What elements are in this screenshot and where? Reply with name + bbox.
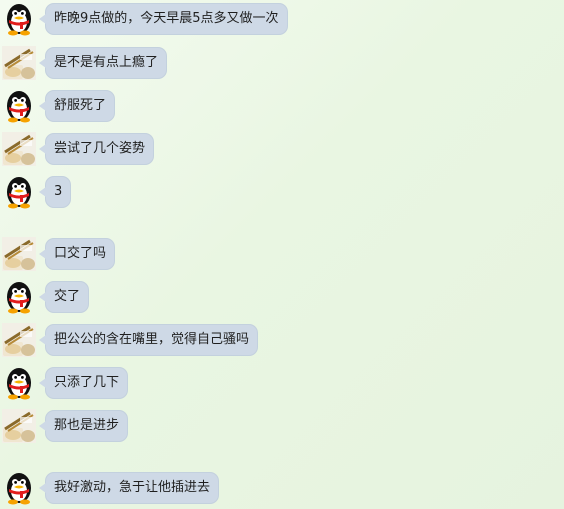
qq-penguin-avatar-icon[interactable] bbox=[2, 89, 36, 123]
message-row: 口交了吗 bbox=[2, 237, 116, 271]
food-photo-avatar-icon[interactable] bbox=[2, 132, 36, 166]
food-photo-avatar-icon[interactable] bbox=[2, 323, 36, 357]
message-row: 只添了几下 bbox=[2, 366, 129, 400]
message-bubble[interactable]: 3 bbox=[38, 176, 72, 208]
qq-penguin-avatar-icon[interactable] bbox=[2, 2, 36, 36]
food-photo-avatar-icon[interactable] bbox=[2, 46, 36, 80]
message-bubble[interactable]: 那也是进步 bbox=[38, 410, 129, 442]
food-photo-avatar-icon[interactable] bbox=[2, 237, 36, 271]
message-row: 3 bbox=[2, 175, 72, 209]
message-bubble[interactable]: 昨晚9点做的，今天早晨5点多又做一次 bbox=[39, 3, 288, 35]
message-bubble[interactable]: 尝试了几个姿势 bbox=[38, 133, 155, 165]
qq-penguin-avatar-icon[interactable] bbox=[2, 175, 36, 209]
message-row: 那也是进步 bbox=[2, 409, 129, 443]
message-row: 舒服死了 bbox=[2, 89, 116, 123]
message-row: 把公公的含在嘴里，觉得自己骚吗 bbox=[2, 323, 259, 357]
message-row: 昨晚9点做的，今天早晨5点多又做一次 bbox=[2, 2, 288, 36]
message-row: 我好激动，急于让他插进去 bbox=[2, 471, 220, 505]
qq-penguin-avatar-icon[interactable] bbox=[2, 366, 36, 400]
message-bubble[interactable]: 是不是有点上瘾了 bbox=[38, 47, 168, 79]
message-bubble[interactable]: 交了 bbox=[38, 281, 90, 313]
message-bubble[interactable]: 舒服死了 bbox=[38, 90, 116, 122]
message-bubble[interactable]: 我好激动，急于让他插进去 bbox=[38, 472, 220, 504]
message-bubble[interactable]: 把公公的含在嘴里，觉得自己骚吗 bbox=[38, 324, 259, 356]
qq-penguin-avatar-icon[interactable] bbox=[2, 471, 36, 505]
message-row: 尝试了几个姿势 bbox=[2, 132, 155, 166]
message-row: 是不是有点上瘾了 bbox=[2, 46, 168, 80]
qq-penguin-avatar-icon[interactable] bbox=[2, 280, 36, 314]
message-row: 交了 bbox=[2, 280, 90, 314]
food-photo-avatar-icon[interactable] bbox=[2, 409, 36, 443]
message-bubble[interactable]: 口交了吗 bbox=[38, 238, 116, 270]
message-bubble[interactable]: 只添了几下 bbox=[38, 367, 129, 399]
chat-log: 昨晚9点做的，今天早晨5点多又做一次 是不是有点上瘾了 舒服死了 尝试了几个姿势… bbox=[0, 0, 564, 509]
